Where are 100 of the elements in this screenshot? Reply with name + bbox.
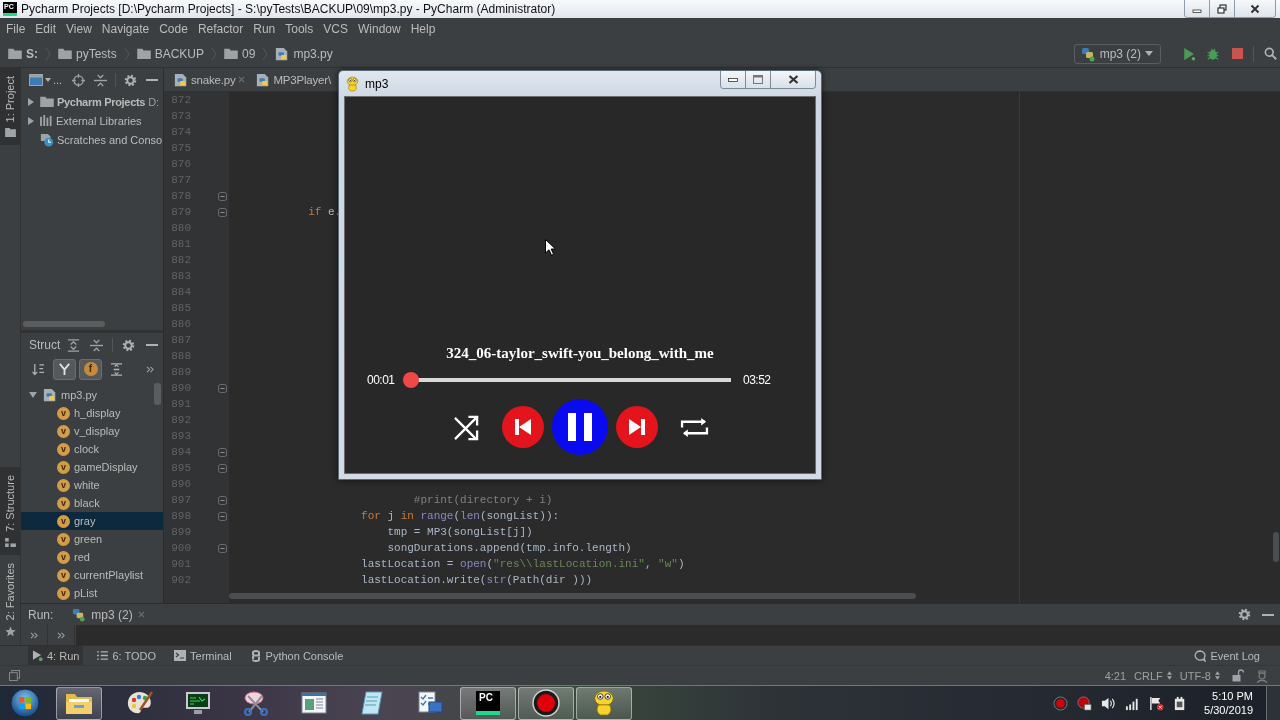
tool-windows-button[interactable]	[9, 670, 20, 681]
side-tab[interactable]: 1: Project	[0, 68, 20, 146]
menu-item[interactable]: Tools	[280, 20, 319, 38]
padlock-icon[interactable]	[1232, 669, 1244, 682]
menu-item[interactable]: Refactor	[192, 20, 249, 38]
editor-tab[interactable]: snake.py	[169, 68, 252, 91]
menu-item[interactable]: Window	[352, 20, 406, 38]
window-title: Pycharm Projects [D:\Pycharm Projects] - S:\pyTests\BACKUP\09\mp3.py - PyCharm (Administrator)	[21, 2, 556, 16]
next-button[interactable]	[616, 406, 658, 448]
tree-item[interactable]: Scratches and Conso	[57, 133, 163, 146]
taskbar-button[interactable]	[518, 686, 574, 720]
structure-item[interactable]: v h_display	[21, 404, 163, 422]
collapsed-arrow-icon[interactable]	[27, 116, 35, 125]
code-line: songDurations.append(tmp.info.length)	[387, 542, 632, 554]
minimize-button[interactable]	[1185, 0, 1210, 17]
breadcrumb[interactable]: 09	[224, 46, 256, 61]
editor-tab[interactable]: MP3Player\	[251, 68, 331, 91]
structure-item[interactable]: v white	[21, 476, 163, 494]
clock-time[interactable]: 5:10 PM	[1212, 689, 1253, 703]
breadcrumb[interactable]: pyTests	[58, 46, 117, 61]
snake-icon	[345, 75, 360, 92]
menu-item[interactable]: VCS	[318, 20, 353, 38]
bug-icon	[1206, 46, 1220, 61]
maximize-button[interactable]	[746, 71, 771, 88]
more-button[interactable]	[146, 365, 155, 373]
structure-item[interactable]: v gray	[21, 512, 163, 530]
progress-thumb[interactable]	[403, 372, 419, 388]
restore-button[interactable]	[1210, 0, 1235, 17]
taskbar-button[interactable]	[576, 686, 632, 720]
side-tab[interactable]: 2: Favorites	[0, 554, 20, 645]
view-dropdown[interactable]: ...	[29, 74, 63, 86]
show-desktop-button[interactable]	[1266, 686, 1280, 720]
flag-error-icon[interactable]	[1149, 695, 1165, 711]
tool-tab[interactable]: 4: Run	[28, 646, 84, 665]
event-log-button[interactable]: Event Log	[1190, 646, 1264, 665]
variable-badge: v	[57, 550, 70, 564]
shuffle-button[interactable]	[452, 413, 480, 441]
run-tab[interactable]: mp3 (2)	[63, 604, 153, 625]
fold-marker-icon[interactable]	[218, 495, 227, 505]
caret-position[interactable]: 4:21	[1104, 669, 1127, 682]
double-chevron-icon	[146, 365, 155, 373]
menu-item[interactable]: File	[1, 20, 31, 38]
side-tab[interactable]: 7: Structure	[0, 466, 20, 555]
structure-item[interactable]: v red	[21, 548, 163, 566]
taskbar-button[interactable]	[56, 686, 102, 720]
previous-button[interactable]	[502, 406, 544, 448]
fold-marker-icon[interactable]	[218, 191, 227, 201]
taskbar-button[interactable]: PC	[460, 686, 516, 720]
fold-marker-icon[interactable]	[218, 207, 227, 217]
toolbar-toggle[interactable]	[53, 358, 76, 380]
fold-marker-icon[interactable]	[218, 447, 227, 457]
fold-marker-icon[interactable]	[218, 511, 227, 521]
collapsed-arrow-icon[interactable]	[27, 97, 35, 106]
fold-marker-icon[interactable]	[218, 543, 227, 553]
structure-item[interactable]: v gameDisplay	[21, 458, 163, 476]
clock-date[interactable]: 5/30/2019	[1204, 703, 1253, 717]
menu-item[interactable]: View	[61, 20, 97, 38]
scrollbar-thumb[interactable]	[154, 383, 161, 405]
line-separator-selector[interactable]: CRLF	[1134, 669, 1172, 682]
tree-item[interactable]: Pycharm Projects D:	[57, 95, 160, 108]
tree-item[interactable]: External Libraries	[56, 114, 142, 127]
close-button[interactable]	[771, 71, 815, 88]
fold-marker-icon[interactable]	[218, 463, 227, 473]
scrollbar-thumb[interactable]	[1273, 532, 1279, 562]
play-icon	[1182, 46, 1196, 61]
repeat-button[interactable]	[678, 415, 710, 439]
menu-item[interactable]: Help	[405, 20, 441, 38]
menu-item[interactable]: Navigate	[96, 20, 155, 38]
structure-item[interactable]: v pList	[21, 584, 163, 602]
speaker-icon[interactable]	[1101, 695, 1117, 711]
menu-item[interactable]: Edit	[30, 20, 62, 38]
scrollbar-thumb[interactable]	[229, 592, 916, 599]
sort-icon	[32, 362, 45, 376]
breadcrumb[interactable]: S:	[8, 46, 38, 61]
play-pause-button[interactable]	[552, 399, 608, 455]
structure-item[interactable]: v v_display	[21, 422, 163, 440]
breadcrumb[interactable]: mp3.py	[275, 46, 333, 61]
expanded-arrow-icon[interactable]	[29, 391, 37, 399]
tool-tab[interactable]: 6: TODO	[93, 646, 161, 665]
scrollbar-thumb[interactable]	[23, 321, 105, 327]
skip-previous-icon	[513, 417, 533, 437]
menu-item[interactable]: Run	[248, 20, 281, 38]
fold-marker-icon[interactable]	[218, 383, 227, 393]
structure-item[interactable]: v black	[21, 494, 163, 512]
menu-item[interactable]: Code	[154, 20, 193, 38]
tool-tab[interactable]: Python Console	[245, 646, 348, 665]
up-down-arrows-icon	[1166, 671, 1172, 680]
minimize-button[interactable]	[721, 71, 746, 88]
record-dot-icon[interactable]	[1053, 695, 1069, 711]
tool-tab[interactable]: Terminal	[170, 646, 236, 665]
structure-item[interactable]: v green	[21, 530, 163, 548]
encoding-selector[interactable]: UTF-8	[1179, 669, 1220, 682]
double-chevron-icon	[56, 631, 66, 639]
structure-item[interactable]: v clock	[21, 440, 163, 458]
breadcrumb[interactable]: BACKUP	[136, 46, 205, 61]
run-config-dropdown[interactable]: mp3 (2)	[1073, 43, 1161, 64]
record-window-icon[interactable]	[1077, 695, 1093, 711]
person-icon[interactable]	[1256, 668, 1268, 683]
tree-item[interactable]: mp3.py	[61, 389, 98, 401]
structure-item[interactable]: v currentPlaylist	[21, 566, 163, 584]
